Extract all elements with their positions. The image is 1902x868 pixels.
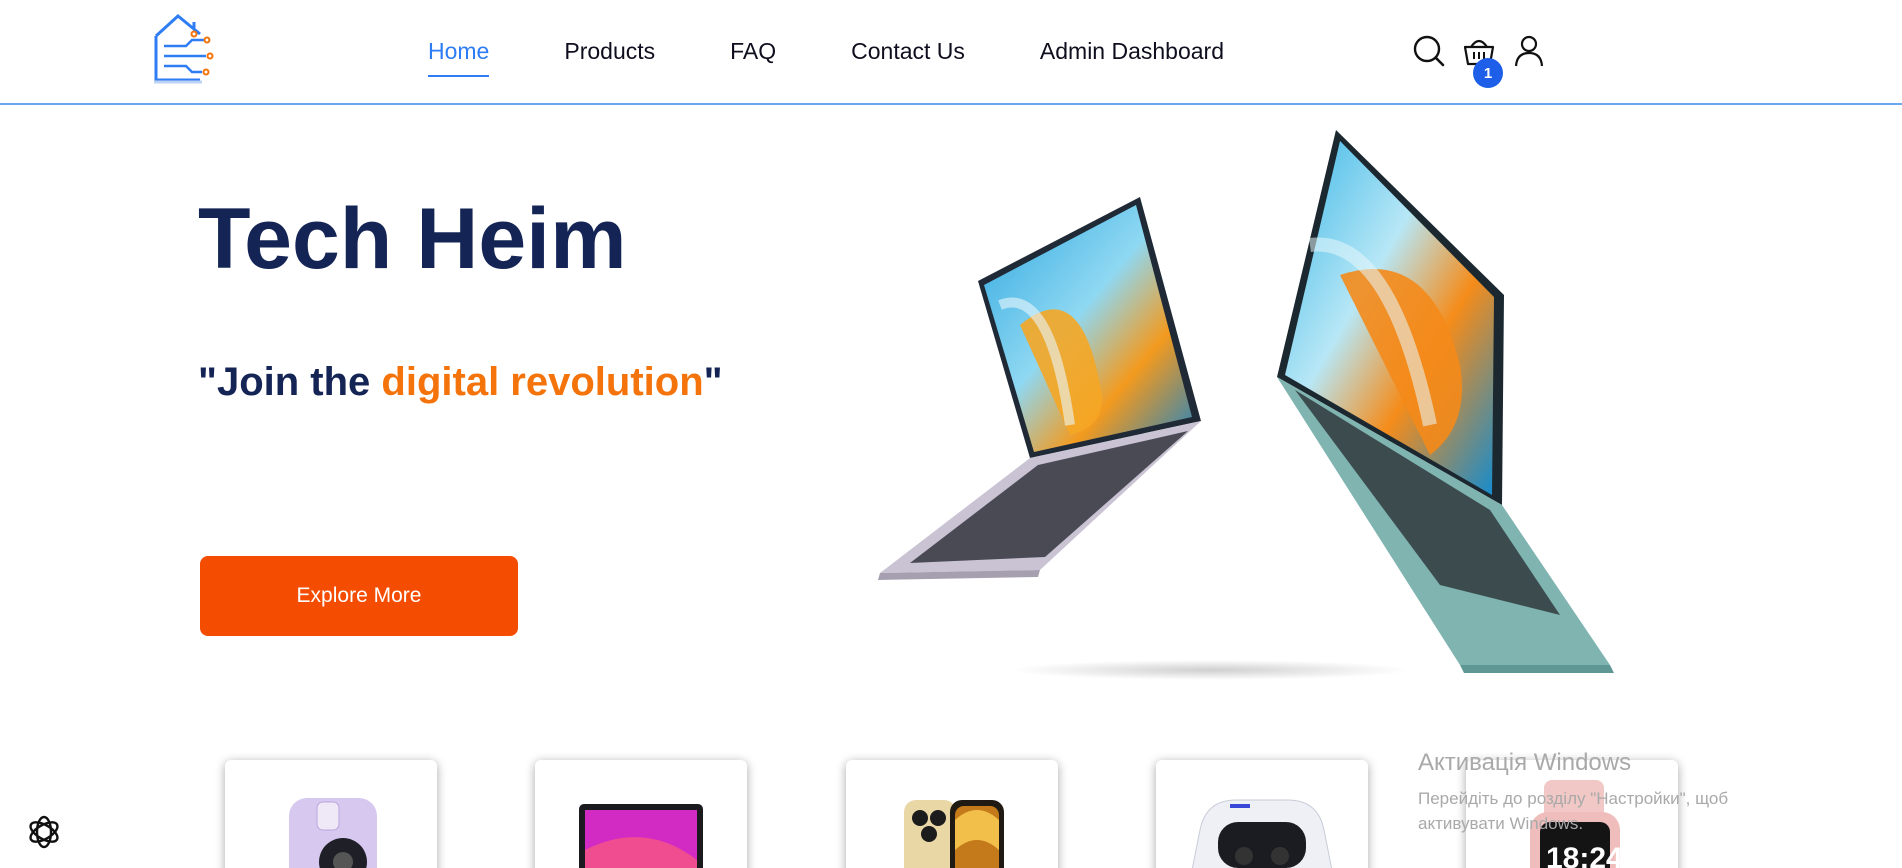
smartphone-icon — [904, 800, 1004, 868]
logo-icon[interactable] — [150, 12, 226, 88]
user-icon[interactable] — [1512, 34, 1546, 68]
quote-accent: digital revolution — [381, 360, 704, 404]
ai-assistant-icon[interactable] — [24, 812, 64, 852]
activation-title: Активація Windows — [1418, 749, 1632, 776]
product-card-camera[interactable] — [225, 760, 437, 868]
site-header: Home Products FAQ Contact Us Admin Dashb… — [0, 0, 1902, 105]
quote-prefix: "Join the — [198, 360, 382, 404]
nav-contact-us[interactable]: Contact Us — [851, 40, 965, 63]
hero-title: Tech Heim — [198, 191, 627, 287]
search-icon[interactable] — [1412, 34, 1446, 68]
game-controller-icon — [1191, 799, 1333, 868]
laptop-icon — [579, 804, 703, 868]
quote-suffix: " — [703, 360, 723, 404]
nav-products[interactable]: Products — [564, 40, 655, 63]
explore-more-button[interactable]: Explore More — [200, 556, 518, 636]
svg-text:18:24: 18:24 — [1546, 842, 1623, 868]
activation-text: Перейдіть до розділу "Настройки", щоб ак… — [1418, 789, 1729, 833]
nav-home[interactable]: Home — [428, 40, 490, 77]
product-card-phone[interactable] — [846, 760, 1058, 868]
instant-camera-icon — [289, 798, 377, 868]
nav-faq[interactable]: FAQ — [730, 40, 776, 63]
cart-count-badge: 1 — [1473, 58, 1503, 88]
main-nav: Home Products FAQ Contact Us Admin Dashb… — [428, 0, 1299, 103]
product-card-laptop[interactable] — [535, 760, 747, 868]
windows-activation-watermark: Активація Windows Перейдіть до розділу "… — [1418, 748, 1818, 836]
nav-admin-dashboard[interactable]: Admin Dashboard — [1040, 40, 1224, 63]
product-card-controller[interactable] — [1156, 760, 1368, 868]
hero-quote: "Join the digital revolution" — [198, 362, 723, 402]
laptops-image — [878, 130, 1614, 680]
